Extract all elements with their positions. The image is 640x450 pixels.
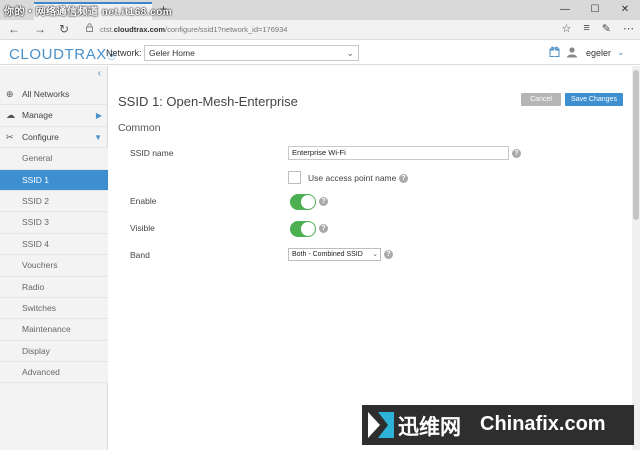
sidebar-item-configure[interactable]: ✂ Configure ▼ (0, 127, 108, 149)
forward-icon[interactable]: → (32, 22, 48, 36)
cloud-icon: ☁ (6, 110, 15, 121)
window-controls: — ☐ ✕ (550, 0, 640, 20)
hub-icon[interactable]: ≡ (583, 22, 589, 35)
chevron-down-icon: ⌄ (372, 251, 378, 258)
globe-icon: ⊕ (6, 89, 14, 99)
watermark-badge: 迅维网 Chinafix.com (362, 405, 634, 445)
band-label: Band (130, 250, 150, 260)
sidebar-item-ssid-2[interactable]: SSID 2 (0, 190, 108, 213)
sidebar-item-maintenance[interactable]: Maintenance (0, 319, 108, 341)
tools-icon: ✂ (6, 131, 14, 142)
visible-toggle[interactable] (290, 221, 316, 237)
collapse-sidebar-icon[interactable]: ‹ (98, 68, 101, 79)
network-select[interactable]: Geler Home ⌄ (144, 45, 359, 61)
sidebar-item-vouchers[interactable]: Vouchers (0, 255, 108, 277)
address-bar: ← → ↻ ctst.cloudtrax.com/configure/ssid1… (0, 20, 640, 40)
chinafix-logo-icon (368, 412, 394, 438)
page-title: SSID 1: Open-Mesh-Enterprise (118, 94, 298, 109)
notes-icon[interactable]: ✎ (602, 22, 611, 35)
ssid-name-input[interactable]: Enterprise Wi-Fi (288, 146, 509, 160)
sidebar-item-display[interactable]: Display (0, 340, 108, 363)
visible-label: Visible (130, 223, 155, 233)
sidebar-item-advanced[interactable]: Advanced (0, 362, 108, 384)
sidebar-item-general[interactable]: General (0, 148, 108, 170)
use-ap-name-label: Use access point name (308, 173, 397, 183)
help-icon[interactable]: ? (384, 250, 393, 259)
url-path: /configure/ssid1?network_id=176934 (165, 25, 288, 34)
use-ap-name-checkbox[interactable] (288, 171, 301, 184)
main-content: SSID 1: Open-Mesh-Enterprise Cancel Save… (108, 66, 632, 450)
minimize-icon[interactable]: — (550, 0, 580, 20)
page-scrollbar[interactable] (632, 66, 640, 450)
chevron-down-icon: ▼ (94, 132, 102, 142)
ssid-name-label: SSID name (130, 148, 174, 158)
sidebar-item-manage[interactable]: ☁ Manage ▶ (0, 105, 108, 127)
sidebar-item-all-networks[interactable]: ⊕ All Networks (0, 84, 108, 106)
cloudtrax-logo[interactable]: CLOUDTRAX⦿ (9, 46, 117, 63)
chevron-down-icon: ⌄ (346, 48, 354, 58)
sidebar-item-ssid-1[interactable]: SSID 1 (0, 169, 114, 191)
network-label: Network: (106, 48, 142, 58)
user-name[interactable]: egeler (586, 48, 611, 58)
browser-tools: ☆ ≡ ✎ ⋯ (561, 22, 634, 35)
more-icon[interactable]: ⋯ (623, 22, 634, 35)
gift-icon[interactable] (549, 46, 560, 60)
scrollbar-thumb[interactable] (633, 70, 639, 220)
toggle-knob (301, 222, 315, 236)
url-host: cloudtrax.com (113, 25, 166, 34)
user-menu-chevron-icon[interactable]: ⌄ (617, 47, 625, 58)
close-window-icon[interactable]: ✕ (610, 0, 640, 20)
help-icon[interactable]: ? (399, 174, 408, 183)
watermark-cn-text: 迅维网 (398, 416, 461, 439)
save-changes-button[interactable]: Save Changes (565, 93, 623, 106)
sidebar-item-ssid-3[interactable]: SSID 3 (0, 212, 108, 234)
refresh-icon[interactable]: ↻ (56, 22, 72, 36)
toggle-knob (301, 195, 315, 209)
section-heading-common: Common (118, 122, 161, 134)
favorite-star-icon[interactable]: ☆ (561, 22, 571, 35)
cancel-button[interactable]: Cancel (521, 93, 561, 106)
browser-tabstrip: × + 你的・网络通信频道 net.it168.com — ☐ ✕ (0, 0, 640, 20)
watermark-en-text: Chinafix.com (480, 413, 606, 435)
app-header: CLOUDTRAX⦿ Network: Geler Home ⌄ egeler … (0, 41, 640, 65)
url-input[interactable]: ctst.cloudtrax.com/configure/ssid1?netwo… (86, 23, 486, 37)
maximize-icon[interactable]: ☐ (580, 0, 610, 20)
enable-toggle[interactable] (290, 194, 316, 210)
top-watermark: 你的・网络通信频道 net.it168.com (4, 7, 173, 18)
sidebar-item-ssid-4[interactable]: SSID 4 (0, 233, 108, 256)
chevron-right-icon: ▶ (95, 111, 102, 121)
band-select[interactable]: Both - Combined SSID ⌄ (288, 248, 381, 261)
sidebar-item-radio[interactable]: Radio (0, 276, 108, 298)
user-avatar-icon[interactable] (566, 46, 578, 58)
sidebar-nav: ⊕ All Networks ☁ Manage ▶ ✂ Configure ▼ … (0, 84, 114, 384)
url-prefix: ctst. (100, 25, 114, 34)
help-icon[interactable]: ? (512, 149, 521, 158)
sidebar-item-switches[interactable]: Switches (0, 297, 108, 320)
enable-label: Enable (130, 196, 157, 206)
help-icon[interactable]: ? (319, 224, 328, 233)
help-icon[interactable]: ? (319, 197, 328, 206)
back-icon[interactable]: ← (6, 22, 22, 36)
lock-icon (86, 23, 93, 37)
sidebar: ‹ ⊕ All Networks ☁ Manage ▶ ✂ Configure … (0, 66, 114, 450)
